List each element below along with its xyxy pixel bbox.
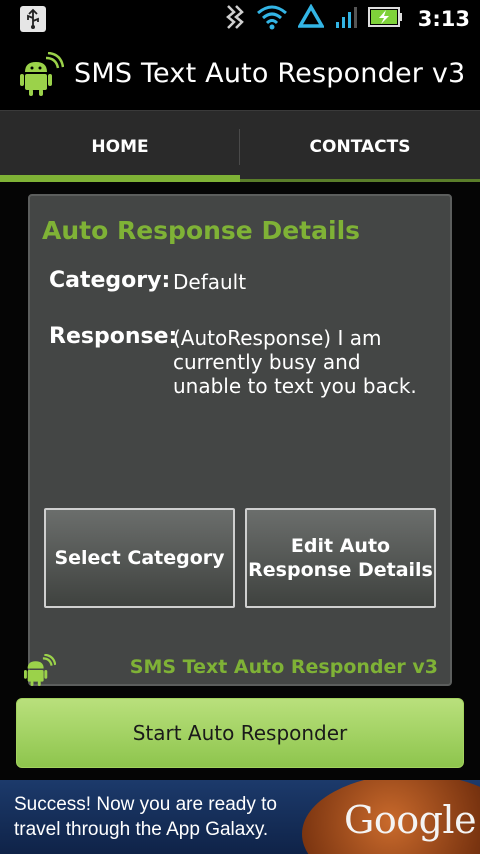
panel-footer-title: SMS Text Auto Responder v3	[129, 656, 438, 678]
app-title-bar: SMS Text Auto Responder v3	[0, 38, 480, 110]
battery-charging-icon	[367, 4, 404, 34]
auto-response-panel: Auto Response Details Category: Default …	[24, 194, 452, 686]
signal-icon	[334, 4, 358, 34]
tab-bar: HOME CONTACTS	[0, 110, 480, 183]
status-icons: 3:13	[224, 0, 470, 38]
start-auto-responder-button[interactable]: Start Auto Responder	[16, 698, 464, 768]
main-content: Auto Response Details Category: Default …	[0, 182, 480, 780]
ad-text-line-1: Success! Now you are ready to	[14, 794, 277, 815]
data-arrow-icon	[296, 3, 325, 34]
app-title: SMS Text Auto Responder v3	[74, 58, 466, 89]
usb-icon	[20, 6, 46, 32]
category-value: Default	[173, 270, 247, 294]
ad-text-line-2: travel through the App Galaxy.	[14, 819, 269, 840]
panel-title: Auto Response Details	[42, 216, 361, 245]
category-label: Category:	[49, 268, 171, 293]
ad-text: Success! Now you are ready to travel thr…	[14, 792, 277, 842]
clock-time: 3:13	[417, 7, 470, 31]
tab-contacts[interactable]: CONTACTS	[240, 111, 480, 183]
wifi-icon	[256, 4, 288, 34]
ad-banner[interactable]: Success! Now you are ready to travel thr…	[0, 780, 480, 854]
android-robot-icon	[20, 51, 65, 96]
status-bar: 3:13	[0, 0, 480, 38]
android-robot-icon	[24, 653, 57, 686]
response-label: Response:	[49, 324, 178, 349]
sync-icon	[224, 4, 246, 34]
response-value: (AutoResponse) I am currently busy and u…	[173, 326, 417, 398]
google-logo: Google	[344, 798, 477, 842]
select-category-button[interactable]: Select Category	[44, 508, 235, 608]
edit-auto-response-button[interactable]: Edit Auto Response Details	[245, 508, 436, 608]
tab-home[interactable]: HOME	[0, 111, 240, 183]
